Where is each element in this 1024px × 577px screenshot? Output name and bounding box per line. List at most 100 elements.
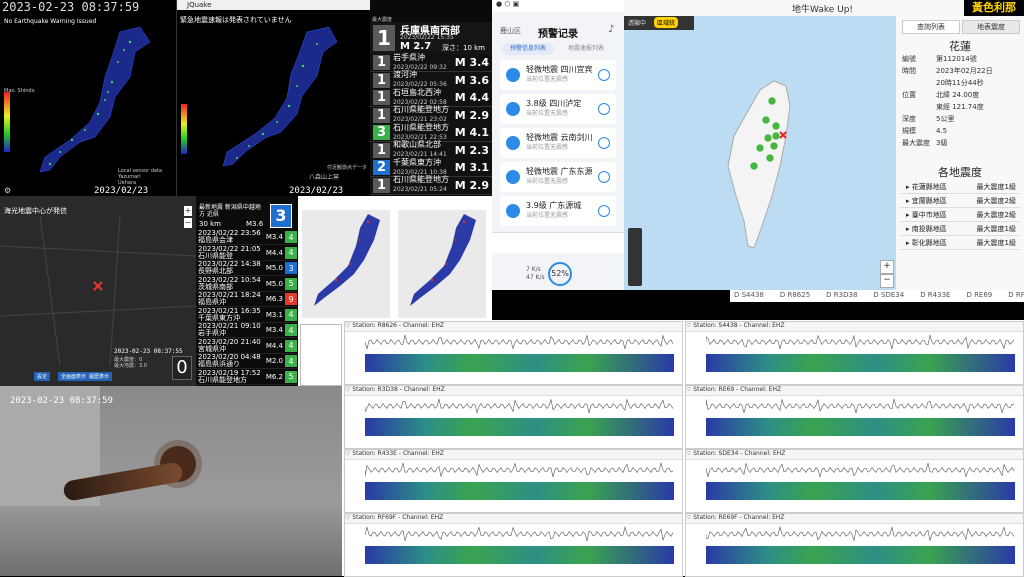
cn-map-fullscreen-button[interactable]: 全画面表示 <box>58 372 90 381</box>
station-label[interactable]: D S4438 <box>734 291 764 299</box>
kmoni-japan-map <box>4 26 151 173</box>
zoom-out-button[interactable]: − <box>880 274 894 288</box>
play-icon[interactable] <box>598 171 610 183</box>
seismogram-panel[interactable]: ♡ Station: RE69 - Channel: EHZ <box>685 385 1024 449</box>
jp-item-mag: M3.4 <box>265 326 283 334</box>
jp-list-item[interactable]: 2023/02/22 10:54 茨城県南部 M5.0 5 <box>196 276 298 292</box>
seismogram-panel[interactable]: ♡ Station: R433E - Channel: EHZ <box>344 449 683 513</box>
jp-item-name: 2023/02/19 17:52 石川県能登地方 <box>198 368 261 384</box>
quake-info-row: 規模 4.5 <box>902 126 1018 137</box>
seismogram-panel[interactable]: ♡ Station: SDE34 - Channel: EHZ <box>685 449 1024 513</box>
jp-list-item[interactable]: 2023/02/21 16:35 千葉県東方沖 M3.1 4 <box>196 307 298 323</box>
jp-list-item[interactable]: 2023/02/22 23:56 福島県会津 M3.4 4 <box>196 230 298 245</box>
station-label[interactable]: D R8625 <box>780 291 810 299</box>
station-label[interactable]: D SDE34 <box>873 291 904 299</box>
region-name: ▸ 花蓮縣地區 <box>906 182 947 191</box>
jp-item-mag: M3.4 <box>265 233 283 241</box>
taiwan-toolbar-left[interactable]: 透顯中 <box>628 18 646 27</box>
gear-icon[interactable]: ⚙ <box>4 186 11 195</box>
region-intensity-row[interactable]: ▸ 彰化縣地區 最大震度1級 <box>900 236 1020 250</box>
seismogram-panel[interactable]: ♡ Station: R8626 - Channel: EHZ <box>344 321 683 385</box>
eq-item-mag: M 2.9 <box>454 108 489 122</box>
jp-list-item[interactable]: 2023/02/21 09:10 岩手県沖 M3.4 4 <box>196 323 298 338</box>
region-intensity: 最大震度2級 <box>976 210 1016 219</box>
jp-item-mag: M3.1 <box>265 310 283 319</box>
jp-list-item[interactable]: 2023/02/22 21:05 石川県能登 M4.4 4 <box>196 245 298 261</box>
cn-map-settings-button[interactable]: 設定 <box>34 372 51 381</box>
play-icon[interactable] <box>598 205 610 217</box>
cn-map-history-button[interactable]: 履歴表示 <box>86 372 113 381</box>
quake-info-value: 3級 <box>936 139 948 147</box>
region-intensity: 最大震度1級 <box>976 238 1016 247</box>
warning-list-item[interactable]: 轻微地震 广东东源 当前位置无震感 <box>500 162 616 192</box>
seismogram-panel[interactable]: ♡ Station: S4438 - Channel: EHZ <box>685 321 1024 385</box>
jp-list-header-depth: 30 km <box>199 220 222 228</box>
warning-list-item[interactable]: 轻微地震 四川宜宾 当前位置无震感 <box>500 60 616 90</box>
play-icon[interactable] <box>598 137 610 149</box>
seismograph-grid: ♡ Station: R8626 - Channel: EHZ ♡ Station… <box>342 320 1024 577</box>
bell-icon[interactable]: ♪ <box>608 24 614 35</box>
region-intensity-row[interactable]: ▸ 南投縣地區 最大震度1級 <box>900 222 1020 236</box>
play-icon[interactable] <box>598 103 610 115</box>
cn-map-big-number: 0 <box>172 356 192 380</box>
warning-list-item[interactable]: 轻微地震 云南剑川 当前位置无震感 <box>500 128 616 158</box>
eq-list-item[interactable]: 1 石川県能登地方 2023/02/21 05:24 M 2.9 <box>370 175 492 195</box>
tab-warning-list[interactable]: 预警信息列表 <box>502 43 554 55</box>
waveform <box>706 462 1015 478</box>
jquake-japan-map <box>181 26 338 167</box>
jp-list-item[interactable]: 2023/02/22 14:38 長野県北部 M5.0 3 <box>196 261 298 276</box>
eq-item-intensity: 1 <box>373 90 390 105</box>
tab-quick-report[interactable]: 地震速报列表 <box>560 43 612 55</box>
warning-list-item[interactable]: 3.9级 广东源城 当前位置无震感 <box>500 196 616 226</box>
eq-item-place-name: 石垣島北西沖 <box>393 87 441 97</box>
seismogram-panel[interactable]: ♡ Station: R3D38 - Channel: EHZ <box>344 385 683 449</box>
tab-surface-intensity[interactable]: 地表震度 <box>962 20 1020 34</box>
taiwan-info-list: 編號 第112014號 時間 2023年02月22日 20時11分44秒 位置 北緯 24.… <box>902 54 1018 154</box>
spectrogram <box>706 482 1015 500</box>
seismogram-panel[interactable]: ♡ Station: RF69F - Channel: EHZ <box>344 513 683 577</box>
taiwan-toolbar-tab[interactable]: 區域統 <box>654 17 679 28</box>
station-label[interactable]: D R3D38 <box>826 291 857 299</box>
tab-query-list[interactable]: 查詢列表 <box>902 20 960 34</box>
jp-item-name: 2023/02/20 21:40 宮城県沖 <box>198 337 261 353</box>
spectrogram <box>706 546 1015 564</box>
play-icon[interactable] <box>598 69 610 81</box>
region-intensity-row[interactable]: ▸ 花蓮縣地區 最大震度1級 <box>900 180 1020 194</box>
jp-list-item[interactable]: 2023/02/21 18:24 福島県沖 M6.3 9 <box>196 292 298 307</box>
seismogram-panel[interactable]: ♡ Station: RE69F - Channel: EHZ <box>685 513 1024 577</box>
eq-item-mag: M 2.3 <box>454 143 489 157</box>
warning-item-sub: 当前位置无震感 <box>526 178 569 185</box>
warning-item-text: 3.8级 四川泸定 当前位置无震感 <box>526 99 598 119</box>
cn-map-zoom-out[interactable]: − <box>184 218 192 228</box>
eq-latest-mag: M 2.7 <box>400 41 432 52</box>
station-label[interactable]: D RE69 <box>966 291 992 299</box>
quake-info-key: 深度 <box>902 115 916 123</box>
side-bar <box>298 320 342 386</box>
station-label[interactable]: D R433E <box>920 291 950 299</box>
jp-list-item[interactable]: 2023/02/19 17:52 石川県能登地方 M6.2 5 <box>196 368 298 385</box>
warning-item-sub: 当前位置无震感 <box>526 212 569 219</box>
zoom-in-button[interactable]: + <box>880 260 894 274</box>
jp-list-item[interactable]: 2023/02/20 04:48 福島県浜通り M2.0 4 <box>196 354 298 369</box>
warning-item-text: 3.9级 广东源城 当前位置无震感 <box>526 201 598 221</box>
jp-item-intensity: 4 <box>285 308 297 321</box>
cn-map-zoom-in[interactable]: + <box>184 206 192 216</box>
eq-item-intensity: 1 <box>373 55 390 70</box>
region-intensity-row[interactable]: ▸ 臺中市地區 最大震度2級 <box>900 208 1020 222</box>
cn-app-location[interactable]: 鹿山区 <box>500 26 521 36</box>
jp-item-intensity: 9 <box>285 293 297 305</box>
kmoni-footer-place: Yazumari Uehara <box>118 174 141 186</box>
warning-item-title: 轻微地震 四川宜宾 <box>526 65 593 74</box>
cn-app-gauge: 52% <box>548 262 572 286</box>
warning-item-title: 3.9级 广东源城 <box>526 201 582 210</box>
eq-latest-card[interactable]: 1 兵庫県南西部 2023/02/22 15:35 M 2.7 深さ：10 km <box>370 22 492 54</box>
eq-list-items: 1 岩手県沖 2023/02/22 09:32 M 3.4 1 渡河沖 2023/02/22… <box>370 53 492 195</box>
station-label[interactable]: D RF69F <box>1008 291 1024 299</box>
jp-item-mag: M4.4 <box>265 341 283 350</box>
region-intensity-row[interactable]: ▸ 宜蘭縣地區 最大震度2級 <box>900 194 1020 208</box>
jp-list-header-mag: M3.6 <box>246 220 264 228</box>
taiwan-map: 透顯中 區域統 + − <box>624 16 896 290</box>
warning-list-item[interactable]: 3.8级 四川泸定 当前位置无震感 <box>500 94 616 124</box>
jp-list-item[interactable]: 2023/02/20 21:40 宮城県沖 M4.4 4 <box>196 337 298 354</box>
station-strip: D S4438 D R8625 D R3D38 D SDE34 D R433E D RE6… <box>730 290 1024 302</box>
